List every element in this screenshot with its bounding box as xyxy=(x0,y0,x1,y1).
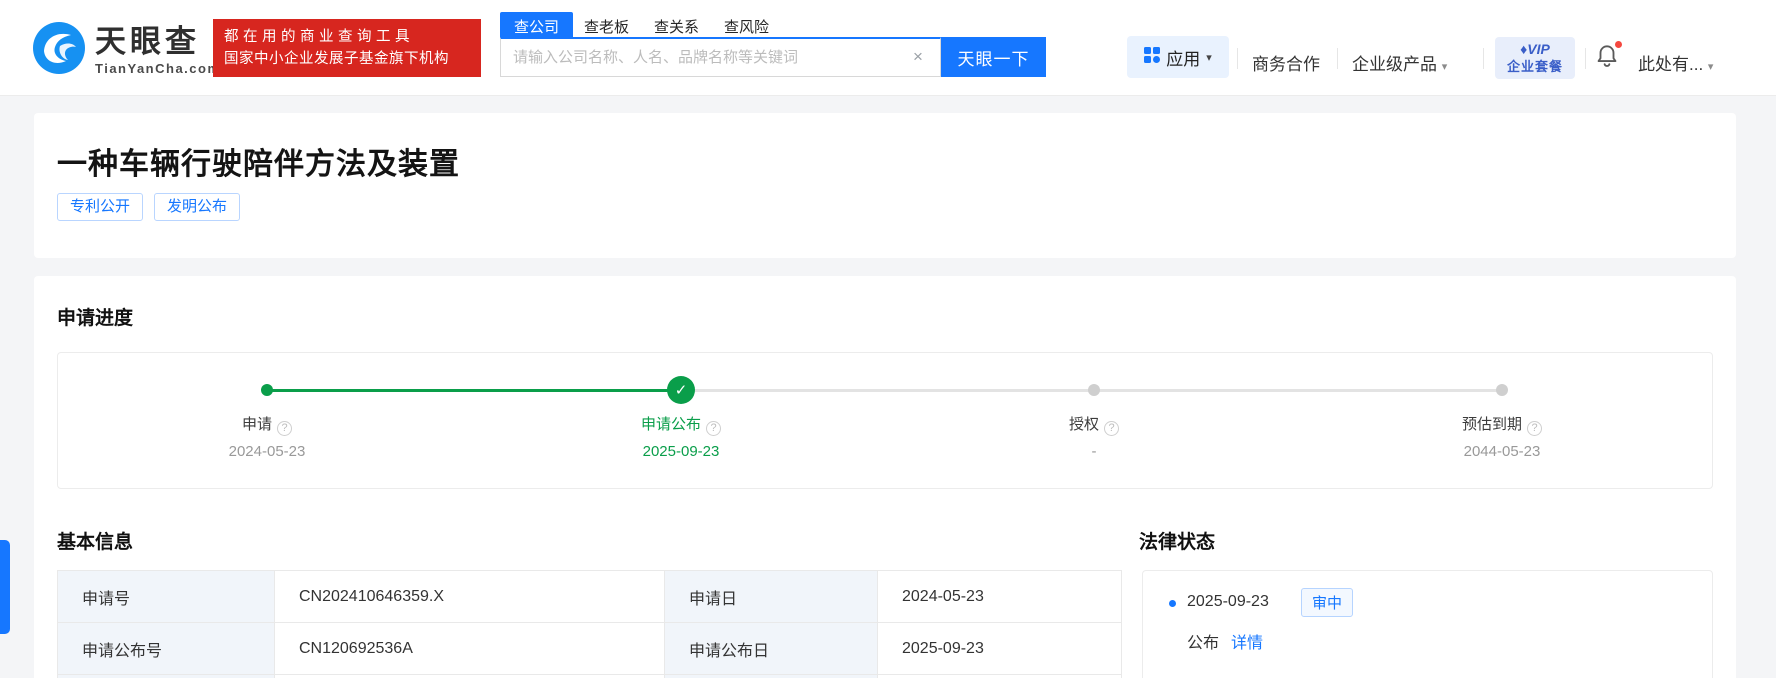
table-value: CN202410646359.X xyxy=(275,571,665,623)
vip-sublabel: 企业套餐 xyxy=(1506,59,1563,74)
timeline-node-expiry xyxy=(1496,384,1508,396)
step-label: 授权 xyxy=(1068,416,1099,433)
divider xyxy=(1585,48,1586,69)
step-date: 2025-09-23 xyxy=(642,443,720,460)
tab-relation[interactable]: 查关系 xyxy=(654,12,699,37)
apps-label: 应用 xyxy=(1166,49,1201,69)
logo-icon xyxy=(33,22,85,79)
notification-bell-button[interactable] xyxy=(1594,40,1623,72)
timeline-node-check-icon: ✓ xyxy=(667,376,695,404)
legal-action: 公布 xyxy=(1187,635,1220,652)
logo[interactable]: 天眼查 TianYanCha.com xyxy=(33,22,221,79)
chevron-down-icon: ▾ xyxy=(1707,61,1714,73)
search-button[interactable]: 天眼一下 xyxy=(941,37,1046,77)
basic-info-table: 申请号 CN202410646359.X 申请日 2024-05-23 申请公布… xyxy=(57,570,1122,678)
help-icon[interactable]: ? xyxy=(1527,421,1542,436)
header: 天眼查 TianYanCha.com 都在用的商业查询工具 国家中小企业发展子基… xyxy=(0,0,1776,96)
tab-risk[interactable]: 查风险 xyxy=(724,12,769,37)
tag-invention-publication: 发明公布 xyxy=(154,193,241,221)
search-bar: × 天眼一下 xyxy=(500,37,1046,77)
bell-icon xyxy=(1594,45,1620,72)
step-date: 2044-05-23 xyxy=(1463,443,1541,460)
chevron-down-icon: ▾ xyxy=(1206,51,1212,64)
floating-side-tab[interactable] xyxy=(0,540,10,634)
tab-company[interactable]: 查公司 xyxy=(500,12,574,37)
apps-menu-button[interactable]: 应用 ▾ xyxy=(1127,36,1229,78)
timeline-step-apply: 申请? 2024-05-23 xyxy=(157,415,377,460)
step-label: 申请公布 xyxy=(640,416,701,433)
legal-status-panel: 2025-09-23 审中 公布 详情 xyxy=(1142,570,1713,678)
legal-status-date: 2025-09-23 xyxy=(1187,593,1269,610)
timeline-node-start xyxy=(261,384,273,396)
vip-package-button[interactable]: ♦VIP 企业套餐 xyxy=(1495,37,1575,79)
application-timeline: ✓ 申请? 2024-05-23 申请公布? 2025-09-23 授权? - … xyxy=(57,352,1713,489)
timeline-step-publication: 申请公布? 2025-09-23 xyxy=(571,415,791,460)
chevron-down-icon: ▾ xyxy=(1441,61,1448,73)
table-label: 申请号 xyxy=(58,571,275,623)
section-basic-info-heading: 基本信息 xyxy=(57,532,134,553)
section-progress-heading: 申请进度 xyxy=(57,308,134,329)
legal-detail-link[interactable]: 详情 xyxy=(1231,635,1263,652)
enterprise-label: 企业级产品 xyxy=(1352,55,1437,74)
help-icon[interactable]: ? xyxy=(1104,421,1119,436)
tag-patent-public: 专利公开 xyxy=(57,193,144,221)
patent-detail-card: 申请进度 ✓ 申请? 2024-05-23 申请公布? 2025-09-23 授… xyxy=(34,276,1736,678)
timeline-node-grant xyxy=(1088,384,1100,396)
logo-domain: TianYanCha.com xyxy=(95,61,221,76)
search-input[interactable] xyxy=(500,37,941,77)
patent-header-card: 一种车辆行驶陪伴方法及装置 专利公开 发明公布 xyxy=(34,113,1736,258)
nav-business-cooperation[interactable]: 商务合作 xyxy=(1252,50,1320,75)
table-label: 申请公布号 xyxy=(58,623,275,675)
user-menu-label: 此处有... xyxy=(1638,55,1704,74)
slogan-line2: 国家中小企业发展子基金旗下机构 xyxy=(224,51,449,67)
help-icon[interactable]: ? xyxy=(706,421,721,436)
status-badge: 审中 xyxy=(1301,588,1354,617)
table-value: 2024-05-23 xyxy=(878,571,1122,623)
apps-grid-icon xyxy=(1144,46,1161,68)
slogan-line1: 都在用的商业查询工具 xyxy=(224,29,414,45)
divider xyxy=(1483,48,1484,69)
patent-tags: 专利公开 发明公布 xyxy=(57,193,241,221)
vip-label: VIP xyxy=(1527,41,1550,57)
table-label: 申请公布日 xyxy=(665,623,878,675)
divider xyxy=(1237,48,1238,69)
clear-icon[interactable]: × xyxy=(908,47,928,67)
step-date: 2024-05-23 xyxy=(228,443,306,460)
step-label: 预估到期 xyxy=(1461,416,1522,433)
search-tabs: 查公司 查老板 查关系 查风险 xyxy=(500,12,794,37)
step-date: - xyxy=(1091,443,1097,460)
help-icon[interactable]: ? xyxy=(277,421,292,436)
timeline-step-expiry: 预估到期? 2044-05-23 xyxy=(1392,415,1612,460)
step-label: 申请 xyxy=(241,416,272,433)
logo-title: 天眼查 xyxy=(95,24,200,59)
notification-badge xyxy=(1614,40,1623,49)
timeline-step-grant: 授权? - xyxy=(984,415,1204,460)
timeline-segment-done xyxy=(267,389,681,392)
nav-enterprise-product[interactable]: 企业级产品 ▾ xyxy=(1352,50,1447,75)
tab-boss[interactable]: 查老板 xyxy=(584,12,629,37)
page-title: 一种车辆行驶陪伴方法及装置 xyxy=(57,148,460,181)
user-menu[interactable]: 此处有... ▾ xyxy=(1638,50,1713,75)
section-legal-status-heading: 法律状态 xyxy=(1139,532,1216,553)
table-value: CN120692536A xyxy=(275,623,665,675)
table-label: 申请日 xyxy=(665,571,878,623)
divider xyxy=(1337,48,1338,69)
slogan-badge: 都在用的商业查询工具 国家中小企业发展子基金旗下机构 xyxy=(213,19,481,77)
bullet-icon xyxy=(1169,600,1176,607)
table-value: 2025-09-23 xyxy=(878,623,1122,675)
